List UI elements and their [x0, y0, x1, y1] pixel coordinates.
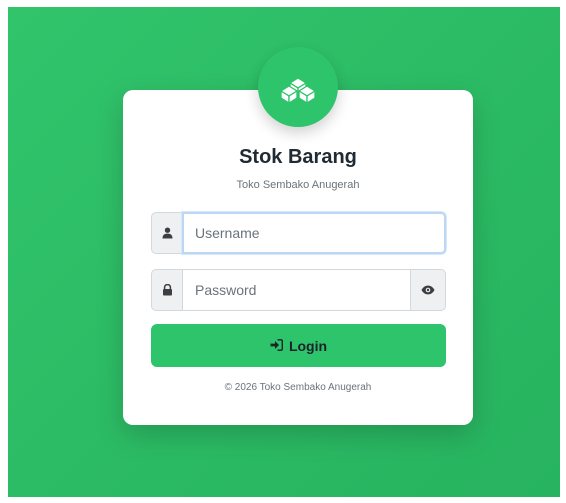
- username-input[interactable]: Username: [182, 212, 446, 254]
- footer-copyright: © 2026 Toko Sembako Anugerah: [224, 382, 372, 393]
- app-subtitle: Toko Sembako Anugerah: [236, 179, 360, 191]
- app-title: Stok Barang: [239, 146, 357, 168]
- username-input-group: Username: [151, 212, 446, 254]
- user-icon: [151, 212, 182, 254]
- password-input[interactable]: Password: [182, 269, 410, 311]
- login-label: Login: [288, 337, 328, 354]
- boxes-icon: [258, 47, 338, 127]
- login-card: Stok Barang Toko Sembako Anugerah Userna…: [123, 90, 473, 425]
- password-placeholder: Password: [195, 282, 257, 298]
- sign-in-icon: [270, 338, 283, 354]
- lock-icon: [151, 269, 182, 311]
- login-button[interactable]: Login: [151, 324, 446, 367]
- password-input-group: Password: [151, 269, 446, 311]
- username-placeholder: Username: [195, 225, 260, 241]
- page-background: Stok Barang Toko Sembako Anugerah Userna…: [8, 7, 560, 497]
- eye-icon[interactable]: [410, 269, 446, 311]
